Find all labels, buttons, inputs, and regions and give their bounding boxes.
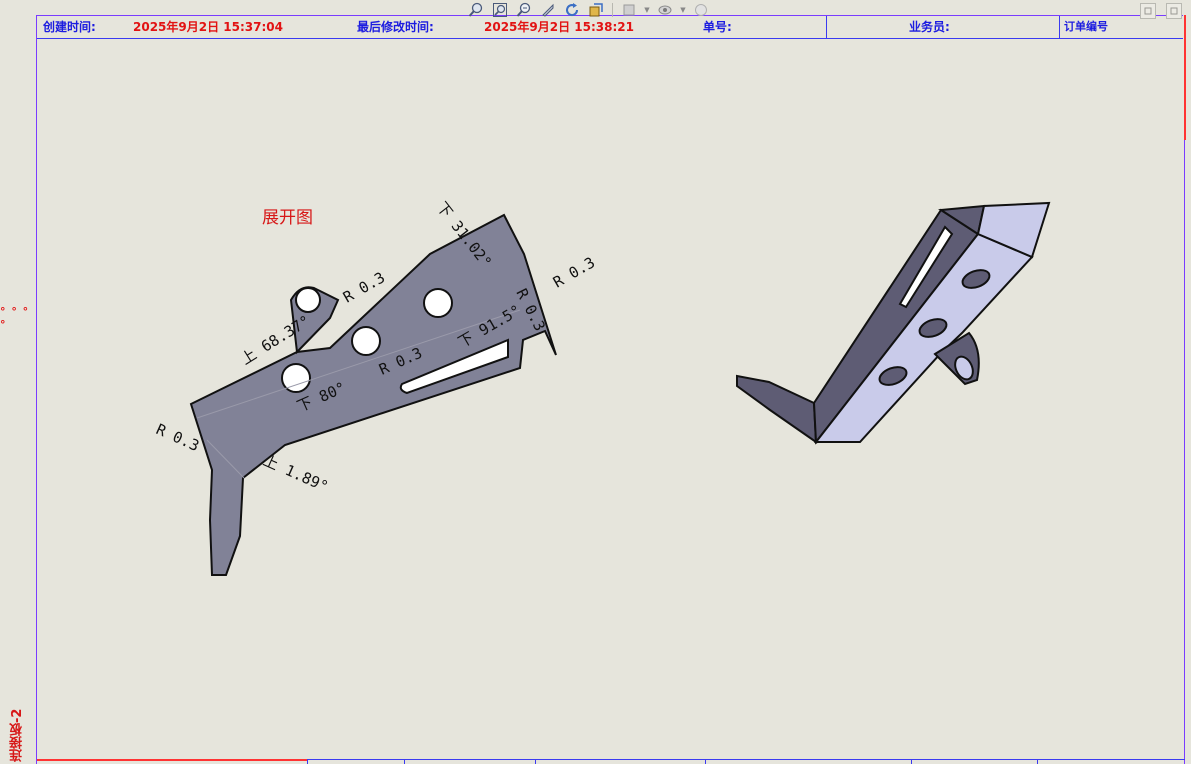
- drawing-canvas: 下 31.02° R 0.3 R 0.3 上 68.37° R 0.3 下 91…: [153, 198, 1051, 576]
- zoom-in-out-icon[interactable]: [514, 1, 534, 19]
- zoom-to-fit-icon[interactable]: [466, 1, 486, 19]
- hide-show-icon[interactable]: [655, 1, 675, 19]
- flat-pattern-view[interactable]: 下 31.02° R 0.3 R 0.3 上 68.37° R 0.3 下 91…: [153, 198, 598, 576]
- iso-foot-flange[interactable]: [736, 374, 818, 444]
- isometric-view[interactable]: [736, 201, 1051, 445]
- tab-hole[interactable]: [295, 287, 321, 313]
- section-view-icon[interactable]: [586, 1, 606, 19]
- flat-pattern-body[interactable]: [189, 213, 557, 576]
- dimension-label[interactable]: R 0.3: [153, 420, 202, 455]
- display-style-icon[interactable]: [619, 1, 639, 19]
- display-style-dropdown-icon[interactable]: ▼: [643, 6, 651, 14]
- rotate-icon[interactable]: [562, 1, 582, 19]
- dimension-label[interactable]: 上 1.89°: [260, 451, 331, 496]
- hole-2[interactable]: [351, 326, 381, 356]
- window-close-button[interactable]: [1166, 3, 1182, 19]
- window-restore-button[interactable]: [1140, 3, 1156, 19]
- hide-show-dropdown-icon[interactable]: ▼: [679, 6, 687, 14]
- dimension-label[interactable]: R 0.3: [550, 253, 598, 291]
- pan-icon[interactable]: [538, 1, 558, 19]
- hole-1[interactable]: [423, 288, 453, 318]
- zoom-area-icon[interactable]: [490, 1, 510, 19]
- appearance-icon[interactable]: [691, 1, 711, 19]
- view-toolbar: ▼ ▼: [466, 0, 726, 20]
- toolbar-separator: [612, 3, 613, 17]
